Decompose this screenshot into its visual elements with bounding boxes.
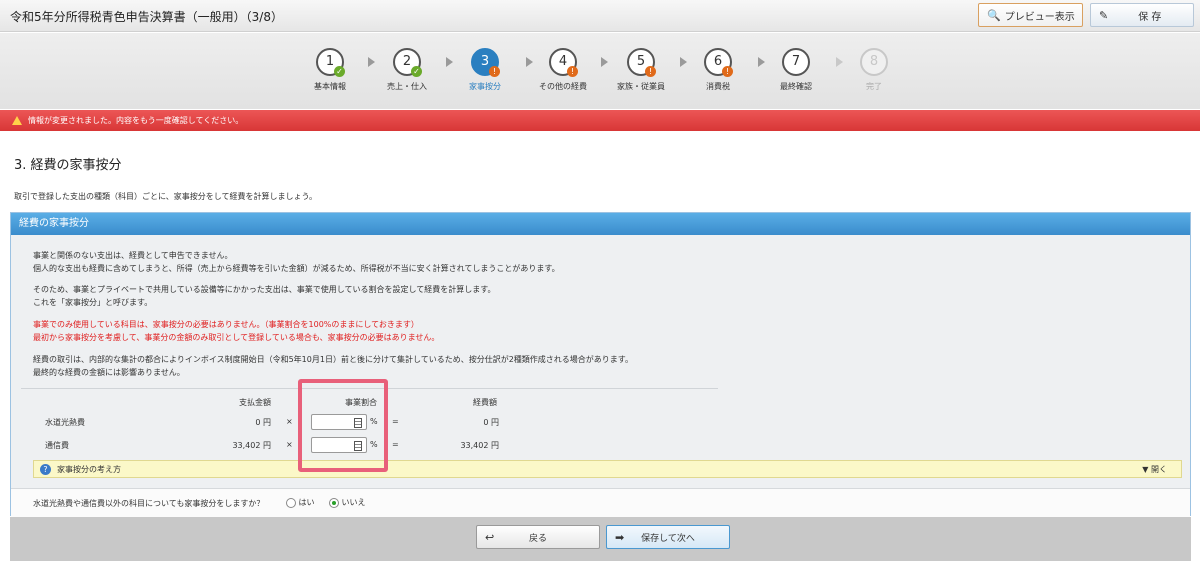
title-bar: 令和5年分所得税青色申告決算書（一般用）（3/8） 🔍 プレビュー表示 ✎ 保 … (0, 0, 1200, 32)
warning-paragraph: 事業でのみ使用している科目は、家事按分の必要はありません。（事業割合を100%の… (33, 318, 733, 344)
step-3[interactable]: 3! 家事按分 (450, 48, 520, 92)
preview-label: プレビュー表示 (1004, 11, 1075, 23)
question-text: 水道光熱費や通信費以外の科目についても家事按分をしますか？ (33, 499, 265, 508)
expense-amount: 33,402 円 (460, 441, 499, 450)
save-label: 保 存 (1138, 11, 1162, 23)
step-2[interactable]: 2 ✓ 売上・仕入 (372, 48, 442, 92)
col-paid-amount: 支払金額 (239, 398, 271, 407)
expand-toggle[interactable]: ▼ 開く (1142, 464, 1167, 475)
step-number: 7 (791, 54, 801, 69)
info-paragraph-3: 経費の取引は、内部的な集計の都合によりインボイス制度開始日（令和5年10月1日）… (33, 353, 733, 379)
step-label: 基本情報 (314, 82, 346, 91)
step-label: 売上・仕入 (387, 82, 427, 91)
warning-icon: ! (645, 66, 656, 77)
step-5[interactable]: 5! 家族・従業員 (606, 48, 676, 92)
info-text: 経費の取引は、内部的な集計の都合によりインボイス制度開始日（令和5年10月1日）… (33, 355, 634, 364)
step-number: 1 (325, 54, 335, 69)
page-header-title: 令和5年分所得税青色申告決算書（一般用）（3/8） (10, 10, 283, 24)
step-4[interactable]: 4! その他の経費 (528, 48, 598, 92)
step-label: 最終確認 (780, 82, 812, 91)
warning-icon: ! (722, 66, 733, 77)
radio-yes[interactable]: はい (286, 497, 315, 508)
info-text: 事業と関係のない支出は、経費として申告できません。 (33, 251, 233, 260)
step-label: 家族・従業員 (617, 82, 665, 91)
times-sign: × (286, 417, 293, 426)
step-number: 8 (869, 54, 879, 69)
step-number: 3 (480, 54, 490, 69)
radio-no[interactable]: いいえ (329, 497, 366, 508)
magnifier-icon: 🔍 (987, 8, 1001, 22)
expense-amount: 0 円 (483, 418, 499, 427)
alert-bar: 情報が変更されました。内容をもう一度確認してください。 (0, 110, 1200, 131)
advice-label: 家事按分の考え方 (57, 464, 121, 474)
warning-icon: ! (489, 66, 500, 77)
next-label: 保存して次へ (641, 533, 695, 544)
warning-text: 最初から家事按分を考慮して、事業分の金額のみ取引として登録している場合も、家事按… (33, 333, 440, 342)
step-6[interactable]: 6! 消費税 (683, 48, 753, 92)
paid-amount: 0 円 (255, 418, 271, 427)
household-allocation-panel: 経費の家事按分 事業と関係のない支出は、経費として申告できません。 個人的な支出… (10, 212, 1191, 517)
equals-sign: = (392, 440, 399, 449)
radio-yes-label: はい (298, 498, 315, 507)
step-number: 6 (713, 54, 723, 69)
check-icon: ✓ (334, 66, 345, 77)
times-sign: × (286, 440, 293, 449)
check-icon: ✓ (411, 66, 422, 77)
step-7[interactable]: 7 最終確認 (761, 48, 831, 92)
radio-button[interactable] (286, 497, 296, 508)
info-paragraph-2: そのため、事業とプライベートで共用している設備等にかかった支出は、事業で使用して… (33, 283, 733, 309)
info-paragraph-1: 事業と関係のない支出は、経費として申告できません。 個人的な支出も経費に含めてし… (33, 249, 733, 275)
paid-amount: 33,402 円 (232, 441, 271, 450)
warning-icon: ! (567, 66, 578, 77)
warning-icon (12, 116, 22, 125)
step-label: 家事按分 (469, 82, 501, 91)
alert-text: 情報が変更されました。内容をもう一度確認してください。 (28, 116, 244, 125)
step-label: 完了 (866, 82, 882, 91)
col-expense-amount: 経費額 (473, 398, 497, 407)
document-edit-icon: ✎ (1099, 8, 1109, 22)
radio-button[interactable] (329, 497, 339, 508)
back-button[interactable]: ↩ 戻る (476, 525, 600, 549)
step-label: 消費税 (706, 82, 730, 91)
other-accounts-question: 水道光熱費や通信費以外の科目についても家事按分をしますか？ はい いいえ (11, 488, 1190, 517)
step-number: 4 (558, 54, 568, 69)
save-button[interactable]: ✎ 保 存 (1090, 3, 1194, 27)
step-label: その他の経費 (539, 82, 587, 91)
page-title: 3. 経費の家事按分 (14, 158, 122, 173)
step-number: 2 (402, 54, 412, 69)
intro-text: 取引で登録した支出の種類（科目）ごとに、家事按分をして経費を計算しましょう。 (14, 192, 318, 201)
help-icon: ? (40, 463, 51, 475)
preview-button[interactable]: 🔍 プレビュー表示 (978, 3, 1083, 27)
ratio-highlight-box (298, 379, 388, 472)
account-name: 水道光熱費 (45, 418, 85, 427)
allocation-guide-expander[interactable]: ? 家事按分の考え方 ▼ 開く (33, 460, 1182, 478)
panel-header: 経費の家事按分 (11, 213, 1190, 235)
open-label: 開く (1151, 465, 1167, 474)
account-name: 通信費 (45, 441, 69, 450)
info-text: 個人的な支出も経費に含めてしまうと、所得（売上から経費等を引いた金額）が減るため… (33, 264, 560, 273)
info-text: 最終的な経費の金額には影響ありません。 (33, 368, 185, 377)
progress-stepper: 1 ✓ 基本情報 2 ✓ 売上・仕入 3! 家事按分 4! その他の経費 5! 家族… (0, 33, 1200, 109)
step-1[interactable]: 1 ✓ 基本情報 (295, 48, 365, 92)
step-8: 8 完了 (839, 48, 909, 92)
save-and-next-button[interactable]: ➡ 保存して次へ (606, 525, 730, 549)
triangle-down-icon: ▼ (1142, 465, 1149, 474)
radio-no-label: いいえ (341, 498, 366, 507)
info-text: そのため、事業とプライベートで共用している設備等にかかった支出は、事業で使用して… (33, 285, 496, 294)
info-text: これを「家事按分」と呼びます。 (33, 298, 153, 307)
step-number: 5 (636, 54, 646, 69)
warning-text: 事業でのみ使用している科目は、家事按分の必要はありません。（事業割合を100%の… (33, 320, 419, 329)
footer-bar: ↩ 戻る ➡ 保存して次へ (10, 517, 1191, 561)
back-label: 戻る (528, 533, 547, 544)
equals-sign: = (392, 417, 399, 426)
